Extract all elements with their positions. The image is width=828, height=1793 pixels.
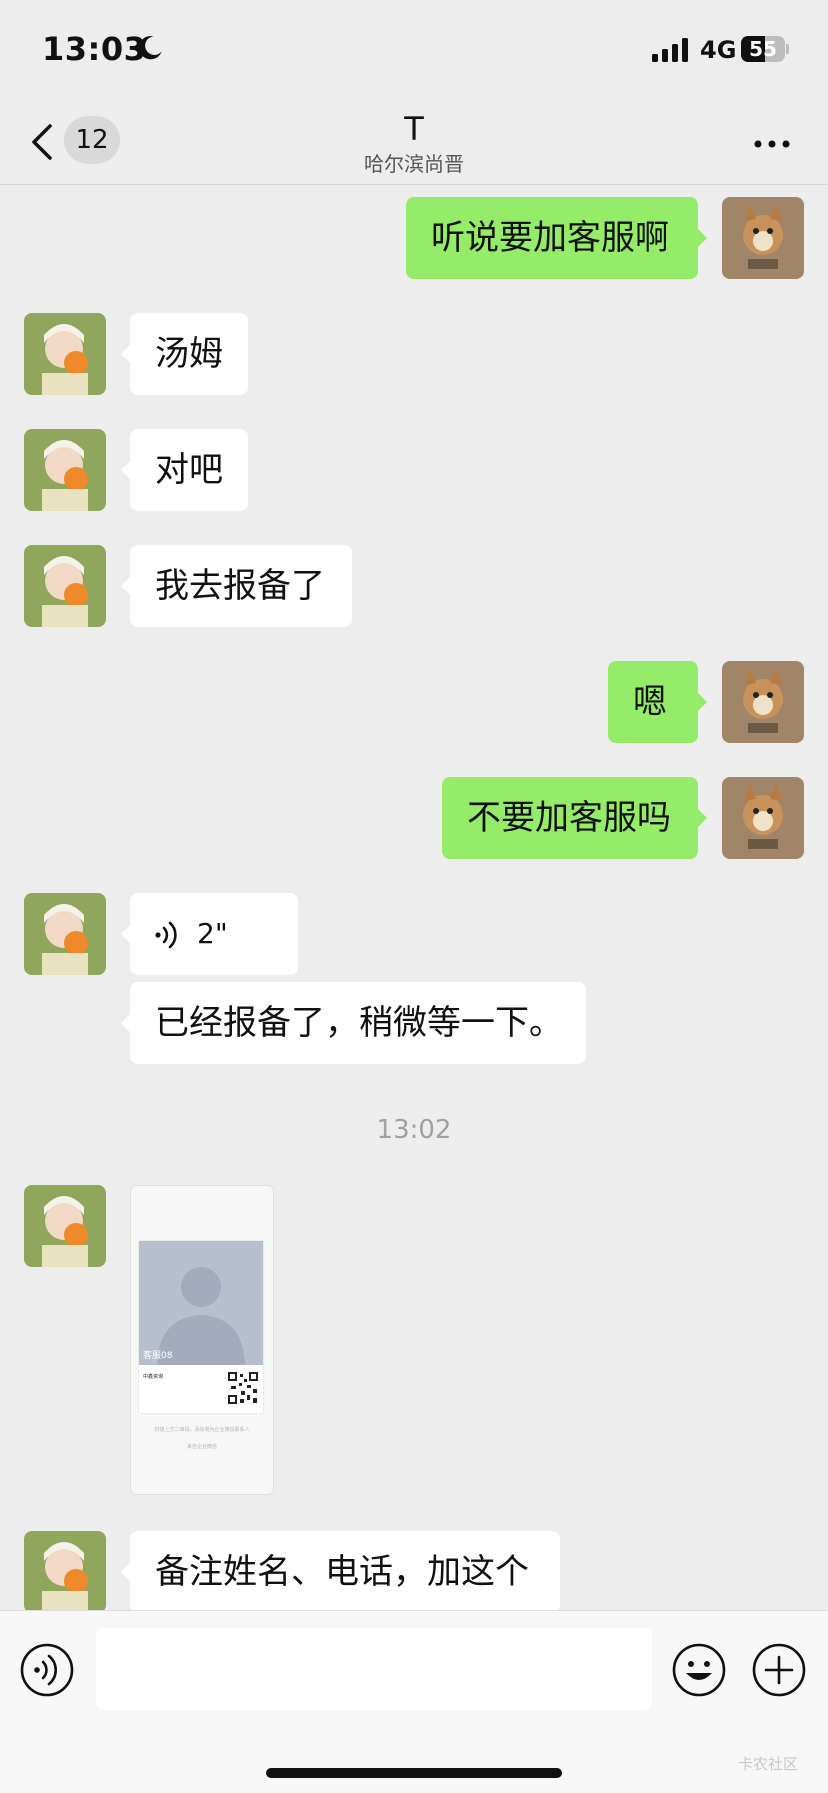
contact-avatar[interactable] [24, 313, 106, 395]
voice-input-icon[interactable] [20, 1643, 74, 1697]
my-avatar[interactable] [722, 777, 804, 859]
voice-wave-icon [155, 921, 177, 949]
chat-title: T [404, 110, 424, 148]
message-list[interactable]: 听说要加客服啊 汤姆 对吧 我去报备了 嗯 不要加客服吗 2" 已经报备了，稍微… [0, 185, 828, 1610]
message-text: 备注姓名、电话，加这个 [155, 1552, 529, 1592]
contact-avatar[interactable] [24, 893, 106, 975]
my-avatar[interactable] [722, 197, 804, 279]
contact-avatar[interactable] [24, 1185, 106, 1267]
qr-card-org: 中鑫资询 [143, 1374, 164, 1380]
battery-percent: 55 [749, 37, 777, 61]
message-bubble-incoming[interactable]: 备注姓名、电话，加这个 [121, 1531, 560, 1610]
qr-code-icon [227, 1371, 259, 1405]
message-bubble-outgoing[interactable]: 不要加客服吗 [442, 777, 707, 859]
message-input[interactable] [96, 1628, 652, 1710]
message-bubble-incoming[interactable]: 对吧 [121, 429, 248, 511]
more-icon[interactable] [750, 124, 794, 164]
contact-avatar[interactable] [24, 1531, 106, 1610]
message-bubble-incoming[interactable]: 已经报备了，稍微等一下。 [121, 982, 586, 1064]
input-bar: 卡农社区 [0, 1610, 828, 1793]
status-bar: 13:03 4G 55 [0, 0, 828, 100]
home-indicator[interactable] [266, 1768, 562, 1778]
status-time: 13:03 [42, 30, 147, 68]
message-bubble-incoming[interactable]: 汤姆 [121, 313, 248, 395]
qr-card-source: 来自企业微信 [186, 1444, 217, 1450]
plus-icon[interactable] [752, 1643, 806, 1697]
message-bubble-outgoing[interactable]: 听说要加客服啊 [406, 197, 707, 279]
battery-indicator: 55 [741, 36, 785, 62]
message-bubble-outgoing[interactable]: 嗯 [608, 661, 707, 743]
my-avatar[interactable] [722, 661, 804, 743]
message-text: 汤姆 [155, 334, 223, 374]
message-text: 对吧 [155, 450, 223, 490]
chat-header: 12 T 哈尔滨尚晋 [0, 100, 828, 185]
chat-subtitle: 哈尔滨尚晋 [364, 152, 464, 176]
message-bubble-incoming[interactable]: 我去报备了 [121, 545, 352, 627]
qr-card-label: 客服08 [143, 1351, 173, 1361]
watermark: 卡农社区 [738, 1755, 799, 1773]
voice-message-bubble[interactable]: 2" [121, 893, 298, 975]
message-text: 嗯 [633, 682, 667, 722]
message-text: 听说要加客服啊 [431, 218, 669, 258]
network-type: 4G [700, 36, 737, 64]
message-text: 不要加客服吗 [467, 798, 671, 838]
emoji-icon[interactable] [672, 1643, 726, 1697]
image-message-qr-card[interactable]: 客服08 中鑫资询 扫描上方二维码，添加我为企业微信联系人 来自企业微信 [130, 1185, 274, 1495]
message-timestamp: 13:02 [376, 1115, 452, 1145]
message-text: 已经报备了，稍微等一下。 [155, 1003, 563, 1043]
voice-duration: 2" [197, 917, 228, 950]
contact-avatar[interactable] [24, 545, 106, 627]
signal-icon [652, 38, 688, 62]
placeholder-profile-image: 客服08 [139, 1241, 263, 1365]
battery-tip [786, 44, 789, 54]
qr-card-content: 客服08 中鑫资询 [139, 1241, 263, 1413]
message-text: 我去报备了 [155, 566, 325, 606]
moon-icon [138, 35, 162, 60]
contact-avatar[interactable] [24, 429, 106, 511]
qr-card-hint: 扫描上方二维码，添加我为企业微信联系人 [154, 1427, 250, 1433]
